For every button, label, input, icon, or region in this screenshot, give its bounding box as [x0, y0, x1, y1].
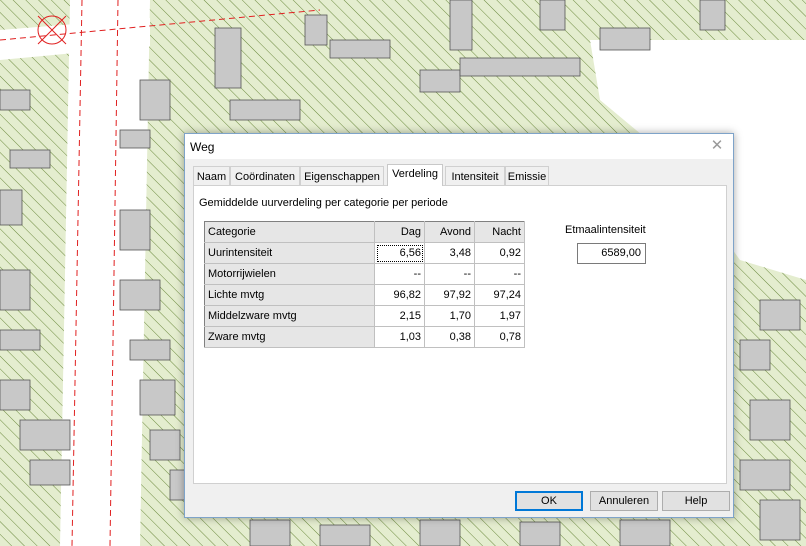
- panel-caption: Gemiddelde uurverdeling per categorie pe…: [199, 197, 448, 209]
- table-cell[interactable]: 3,48: [424, 242, 475, 264]
- dialog-title: Weg: [190, 140, 215, 154]
- table-header-row: Categorie Dag Avond Nacht: [204, 221, 525, 243]
- table-row: Lichte mvtg 96,82 97,92 97,24: [204, 284, 525, 306]
- distribution-table: Categorie Dag Avond Nacht Uurintensiteit…: [204, 221, 525, 348]
- row-label: Uurintensiteit: [204, 242, 375, 264]
- tab-coordinaten[interactable]: Coördinaten: [230, 166, 300, 185]
- table-cell[interactable]: --: [424, 263, 475, 285]
- table-row: Zware mvtg 1,03 0,38 0,78: [204, 326, 525, 348]
- cancel-button[interactable]: Annuleren: [590, 491, 658, 511]
- tab-verdeling[interactable]: Verdeling: [387, 164, 443, 186]
- column-header-dag[interactable]: Dag: [374, 221, 425, 243]
- table-cell[interactable]: --: [474, 263, 525, 285]
- table-cell[interactable]: --: [374, 263, 425, 285]
- table-cell[interactable]: 0,38: [424, 326, 475, 348]
- tab-naam[interactable]: Naam: [193, 166, 230, 185]
- dialog-titlebar[interactable]: Weg ✕: [185, 134, 733, 159]
- tab-eigenschappen[interactable]: Eigenschappen: [300, 166, 384, 185]
- table-cell[interactable]: 1,03: [374, 326, 425, 348]
- table-cell[interactable]: 6,56: [374, 242, 425, 264]
- tab-emissie[interactable]: Emissie: [505, 166, 549, 185]
- tab-panel-verdeling: Gemiddelde uurverdeling per categorie pe…: [193, 185, 727, 484]
- row-label: Zware mvtg: [204, 326, 375, 348]
- weg-dialog: Weg ✕ Naam Coördinaten Eigenschappen Ver…: [184, 133, 734, 518]
- column-header-avond[interactable]: Avond: [424, 221, 475, 243]
- row-label: Middelzware mvtg: [204, 305, 375, 327]
- table-cell[interactable]: 2,15: [374, 305, 425, 327]
- ok-button[interactable]: OK: [515, 491, 583, 511]
- table-cell[interactable]: 97,24: [474, 284, 525, 306]
- table-row: Motorrijwielen -- -- --: [204, 263, 525, 285]
- table-cell[interactable]: 96,82: [374, 284, 425, 306]
- tab-intensiteit[interactable]: Intensiteit: [445, 166, 505, 185]
- table-cell[interactable]: 1,70: [424, 305, 475, 327]
- row-label: Lichte mvtg: [204, 284, 375, 306]
- column-header-nacht[interactable]: Nacht: [474, 221, 525, 243]
- table-cell[interactable]: 1,97: [474, 305, 525, 327]
- row-label: Motorrijwielen: [204, 263, 375, 285]
- table-cell[interactable]: 0,78: [474, 326, 525, 348]
- etmaal-label: Etmaalintensiteit: [565, 224, 646, 236]
- table-row: Uurintensiteit 6,56 3,48 0,92: [204, 242, 525, 264]
- table-cell[interactable]: 0,92: [474, 242, 525, 264]
- table-cell[interactable]: 97,92: [424, 284, 475, 306]
- close-icon[interactable]: ✕: [707, 137, 727, 155]
- help-button[interactable]: Help: [662, 491, 730, 511]
- etmaal-intensiteit-field[interactable]: 6589,00: [577, 243, 646, 264]
- column-header-categorie[interactable]: Categorie: [204, 221, 375, 243]
- table-row: Middelzware mvtg 2,15 1,70 1,97: [204, 305, 525, 327]
